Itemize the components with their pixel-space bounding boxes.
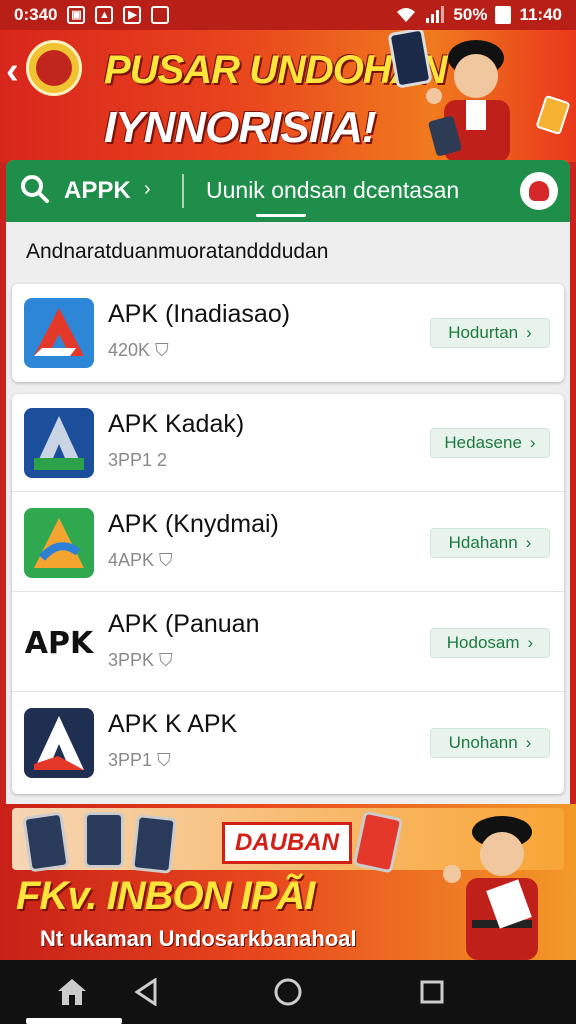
apk-a-green-orange-icon: [24, 508, 94, 578]
chevron-right-icon: ›: [526, 323, 532, 342]
divider: [182, 174, 184, 208]
play-icon: ▶: [123, 6, 142, 24]
list-item[interactable]: APK Kadak) 3PP1 2 Hedasene ›: [12, 394, 564, 492]
shield-icon: ⛉: [159, 550, 173, 570]
shield-icon: ⛉: [159, 650, 173, 670]
promo-subtitle: Nt ukaman Undosarkbanahoal: [40, 926, 357, 951]
shield-icon: ⛉: [155, 340, 169, 360]
download-button[interactable]: Hodurtan ›: [430, 318, 550, 348]
status-bar: 0:340 ▣ ▲ ▶ 50% 11:40: [0, 0, 576, 30]
search-bar[interactable]: APPK › Uunik ondsan dcentasan: [6, 160, 570, 222]
user-icon: [529, 181, 549, 201]
app-meta: 3PP1 ⛉: [108, 750, 171, 770]
list-item[interactable]: APK APK (Panuan 3PPK ⛉ Hodosam ›: [12, 594, 564, 692]
chevron-right-icon: ›: [529, 433, 536, 452]
battery-icon: [495, 6, 512, 24]
status-time-right: 11:40: [519, 5, 562, 24]
app-meta: 3PP1 2: [108, 450, 168, 470]
promo-badge: DAUBAN: [222, 822, 352, 864]
hero-banner: ‹ PUSAR UNDOHAN IYNNORISIIA!: [0, 30, 576, 162]
chevron-right-icon: ›: [525, 533, 532, 552]
download-button[interactable]: Unohann ›: [430, 728, 550, 758]
apk-arrow-red-blue-icon: [24, 298, 94, 368]
apk-text-logo-icon: APK: [24, 608, 94, 678]
phone-illustration: [84, 812, 124, 868]
avatar[interactable]: [520, 172, 558, 210]
battery-percent: 50%: [453, 5, 488, 24]
phone-illustration: [22, 811, 70, 873]
app-name: APK (Knydmai): [108, 510, 279, 538]
promo-headline: FKv. INBON IPÃI: [16, 874, 315, 918]
list-item[interactable]: APK (Knydmai) 4APK ⛉ Hdahann ›: [12, 494, 564, 592]
phone-illustration: [131, 814, 177, 874]
promo-banner[interactable]: DAUBAN FKv. INBON IPÃI Nt ukaman Undosar…: [0, 804, 576, 960]
officer-illustration: [443, 816, 538, 960]
home-icon[interactable]: [52, 972, 92, 1012]
home-circle-icon[interactable]: [268, 972, 308, 1012]
active-tab-indicator: [256, 214, 306, 217]
download-button[interactable]: Hedasene ›: [430, 428, 550, 458]
app-list-card: APK Kadak) 3PP1 2 Hedasene › APK (Knydmai…: [12, 394, 564, 794]
signal-icon: [426, 6, 445, 23]
app-card-featured: APK (Inadiasao) 420K ⛉ Hodurtan ›: [12, 284, 564, 382]
app-name: APK K APK: [108, 710, 238, 738]
chevron-right-icon: ›: [525, 733, 532, 752]
app-meta: 4APK ⛉: [108, 550, 173, 570]
chevron-right-icon: ›: [527, 633, 534, 652]
apk-a-blue-green-icon: [24, 408, 94, 478]
nav-active-indicator: [26, 1018, 122, 1024]
search-category-label[interactable]: APPK: [64, 177, 131, 205]
section-subheader: Andnaratduanmuoratandddudan: [26, 240, 329, 263]
app-name: APK Kadak): [108, 410, 245, 438]
app-name: APK (Panuan: [108, 610, 260, 638]
phone-illustration-small: [535, 94, 571, 136]
apk-a-navy-icon: [24, 708, 94, 778]
square-icon: [151, 6, 170, 24]
system-nav-bar: [0, 960, 576, 1024]
back-nav-icon[interactable]: [126, 972, 166, 1012]
officer-illustration: [426, 40, 510, 162]
search-title[interactable]: Uunik ondsan dcentasan: [206, 177, 459, 204]
shield-icon: ⛉: [157, 750, 171, 770]
app-meta: 420K ⛉: [108, 340, 169, 360]
recents-icon[interactable]: [412, 972, 452, 1012]
gallery-icon: ▣: [67, 6, 86, 24]
app-name: APK (Inadiasao): [108, 300, 291, 328]
wifi-icon: [397, 8, 416, 22]
hero-title-line2: IYNNORISIIA!: [104, 103, 377, 152]
chevron-right-icon[interactable]: ›: [144, 178, 151, 201]
list-item[interactable]: APK K APK 3PP1 ⛉ Unohann ›: [12, 694, 564, 792]
download-button[interactable]: Hodosam ›: [430, 628, 550, 658]
drive-icon: ▲: [95, 6, 114, 24]
download-button[interactable]: Hdahann ›: [430, 528, 550, 558]
app-meta: 3PPK ⛉: [108, 650, 173, 670]
status-time-left: 0:340: [14, 5, 58, 24]
search-icon[interactable]: [20, 174, 50, 204]
emblem-logo: [26, 40, 82, 96]
back-arrow-icon[interactable]: ‹: [6, 52, 19, 90]
phone-illustration: [352, 810, 404, 874]
list-item[interactable]: APK (Inadiasao) 420K ⛉ Hodurtan ›: [12, 284, 564, 382]
